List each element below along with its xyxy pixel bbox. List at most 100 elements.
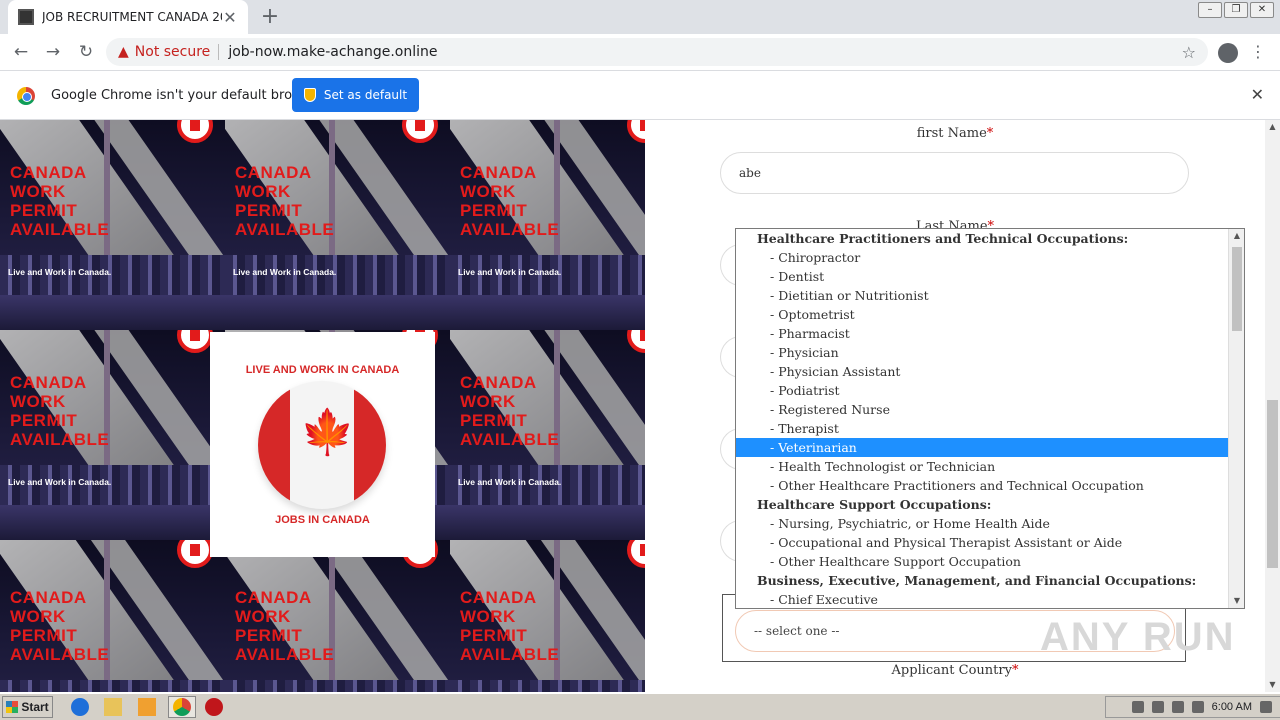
card-top-text: LIVE AND WORK IN CANADA — [245, 364, 400, 376]
tile-heading: CANADAWORKPERMITAVAILABLE — [10, 163, 110, 239]
dropdown-option[interactable]: - Veterinarian — [736, 438, 1229, 457]
set-as-default-button[interactable]: Set as default — [292, 78, 419, 112]
windows-flag-icon — [6, 701, 19, 713]
dropdown-option[interactable]: - Podiatrist — [736, 381, 1229, 400]
tab-close-icon[interactable]: ✕ — [222, 8, 238, 27]
scroll-up-arrow-icon[interactable]: ▲ — [1265, 120, 1280, 134]
dropdown-option[interactable]: - Physician — [736, 343, 1229, 362]
tile-subtext: Live and Work in Canada. — [458, 267, 562, 277]
dropdown-group-label: Healthcare Support Occupations: — [757, 497, 992, 512]
dropdown-option[interactable]: - Chief Executive — [736, 590, 1229, 608]
dropdown-option[interactable]: - Other Healthcare Practitioners and Tec… — [736, 476, 1229, 495]
start-label: Start — [21, 700, 49, 714]
card-bottom-text: JOBS IN CANADA — [275, 514, 370, 526]
tab-strip: JOB RECRUITMENT CANADA 2022 ✕ + – ❐ ✕ — [0, 0, 1280, 34]
first-name-input[interactable]: abe — [720, 152, 1189, 194]
restore-button[interactable]: ❐ — [1224, 2, 1248, 18]
browser-tab[interactable]: JOB RECRUITMENT CANADA 2022 ✕ — [8, 0, 248, 34]
dropdown-group-label: Healthcare Practitioners and Technical O… — [757, 231, 1129, 246]
shield-icon — [303, 88, 316, 102]
work-permit-tile: CANADAWORKPERMITAVAILABLELive and Work i… — [0, 530, 225, 692]
tile-heading: CANADAWORKPERMITAVAILABLE — [10, 373, 110, 449]
dropdown-scroll-down-icon[interactable]: ▼ — [1229, 594, 1244, 608]
dropdown-group-label: Business, Executive, Management, and Fin… — [757, 573, 1197, 588]
back-icon[interactable]: ← — [10, 42, 32, 62]
jobs-in-canada-card: LIVE AND WORK IN CANADA 🍁 JOBS IN CANADA — [210, 332, 435, 557]
dropdown-option[interactable]: - Other Healthcare Support Occupation — [736, 552, 1229, 571]
new-tab-button[interactable]: + — [258, 4, 282, 29]
page-scroll-thumb[interactable] — [1267, 400, 1278, 568]
tile-subtext: Live and Work in Canada. — [8, 267, 112, 277]
folder-icon[interactable] — [104, 698, 122, 716]
dropdown-option[interactable]: - Physician Assistant — [736, 362, 1229, 381]
tab-title: JOB RECRUITMENT CANADA 2022 — [42, 10, 222, 24]
close-window-button[interactable]: ✕ — [1250, 2, 1274, 18]
dropdown-scroll-thumb[interactable] — [1232, 247, 1242, 331]
work-permit-tile: CANADAWORKPERMITAVAILABLE Live and Work i… — [225, 120, 450, 330]
tile-heading: CANADAWORKPERMITAVAILABLE — [235, 163, 335, 239]
opera-icon[interactable] — [205, 698, 223, 716]
window-controls: – ❐ ✕ — [1198, 2, 1274, 18]
volume-icon[interactable] — [1151, 701, 1164, 713]
infobar-close-icon[interactable]: ✕ — [1251, 85, 1264, 104]
dropdown-option[interactable]: - Health Technologist or Technician — [736, 457, 1229, 476]
profile-avatar-icon[interactable] — [1218, 43, 1238, 63]
system-tray: 6:00 AM — [1105, 696, 1280, 718]
dropdown-option[interactable]: - Pharmacist — [736, 324, 1229, 343]
menu-kebab-icon[interactable]: ⋮ — [1250, 42, 1266, 61]
media-player-icon[interactable] — [138, 698, 156, 716]
tab-favicon-icon — [18, 9, 34, 25]
work-permit-tile: CANADAWORKPERMITAVAILABLE Live and Work i… — [450, 120, 645, 330]
tile-subtext: Live and Work in Canada. — [458, 477, 562, 487]
maple-badge-icon — [402, 120, 438, 143]
applicant-country-label: Applicant Country* — [891, 663, 1019, 678]
flag-icon[interactable] — [1191, 701, 1204, 713]
tile-heading: CANADAWORKPERMITAVAILABLE — [10, 588, 110, 664]
address-bar-row: ← → ↻ ▲ Not secure job-now.make-achange.… — [0, 34, 1280, 71]
maple-badge-icon — [627, 120, 645, 143]
page-scrollbar[interactable]: ▲ ▼ — [1265, 120, 1280, 692]
dropdown-option[interactable]: - Dietitian or Nutritionist — [736, 286, 1229, 305]
show-desktop-icon[interactable] — [1260, 701, 1272, 713]
start-button[interactable]: Start — [2, 696, 53, 718]
tray-arrow-icon[interactable] — [1131, 701, 1144, 713]
dropdown-option[interactable]: - Occupational and Physical Therapist As… — [736, 533, 1229, 552]
tile-subtext: Live and Work in Canada. — [8, 477, 112, 487]
tile-heading: CANADAWORKPERMITAVAILABLE — [235, 588, 335, 664]
work-permit-tile: CANADAWORKPERMITAVAILABLE Live and Work i… — [0, 120, 225, 330]
url-text[interactable]: job-now.make-achange.online — [228, 44, 437, 60]
dropdown-option[interactable]: - Nursing, Psychiatric, or Home Health A… — [736, 514, 1229, 533]
dropdown-scroll-up-icon[interactable]: ▲ — [1229, 229, 1244, 243]
clock: 6:00 AM — [1211, 701, 1252, 713]
reload-icon[interactable]: ↻ — [75, 42, 97, 62]
dropdown-scrollbar[interactable]: ▲ ▼ — [1228, 229, 1244, 608]
dropdown-option[interactable]: - Therapist — [736, 419, 1229, 438]
omnibox[interactable]: ▲ Not secure job-now.make-achange.online… — [106, 38, 1208, 66]
dropdown-option[interactable]: - Optometrist — [736, 305, 1229, 324]
maple-badge-icon — [177, 120, 213, 143]
chrome-icon — [173, 698, 191, 716]
default-browser-infobar: Google Chrome isn't your default browser… — [0, 71, 1280, 120]
network-icon[interactable] — [1171, 701, 1184, 713]
dropdown-option[interactable]: - Registered Nurse — [736, 400, 1229, 419]
tile-subtext: Live and Work in Canada. — [233, 267, 337, 277]
occupation-dropdown-list[interactable]: Healthcare Practitioners and Technical O… — [735, 228, 1245, 609]
work-permit-tile: CANADAWORKPERMITAVAILABLELive and Work i… — [450, 315, 645, 540]
windows-taskbar: Start 6:00 AM — [0, 692, 1280, 720]
scroll-down-arrow-icon[interactable]: ▼ — [1265, 678, 1280, 692]
bookmark-star-icon[interactable]: ☆ — [1182, 43, 1196, 62]
not-secure-label[interactable]: Not secure — [135, 44, 220, 60]
tile-heading: CANADAWORKPERMITAVAILABLE — [460, 588, 560, 664]
banner-image-area: CANADAWORKPERMITAVAILABLE Live and Work i… — [0, 120, 645, 692]
ie-icon[interactable] — [71, 698, 89, 716]
canada-flag-icon: 🍁 — [258, 381, 386, 509]
dropdown-options: Healthcare Practitioners and Technical O… — [736, 229, 1229, 608]
dropdown-option[interactable]: - Chiropractor — [736, 248, 1229, 267]
warning-icon[interactable]: ▲ — [118, 44, 129, 60]
forward-icon[interactable]: → — [42, 42, 64, 62]
dropdown-option[interactable]: - Dentist — [736, 267, 1229, 286]
minimize-button[interactable]: – — [1198, 2, 1222, 18]
anyrun-watermark: ANY RUN — [1040, 615, 1236, 659]
infobar-message: Google Chrome isn't your default browser — [51, 88, 323, 103]
tile-heading: CANADAWORKPERMITAVAILABLE — [460, 163, 560, 239]
